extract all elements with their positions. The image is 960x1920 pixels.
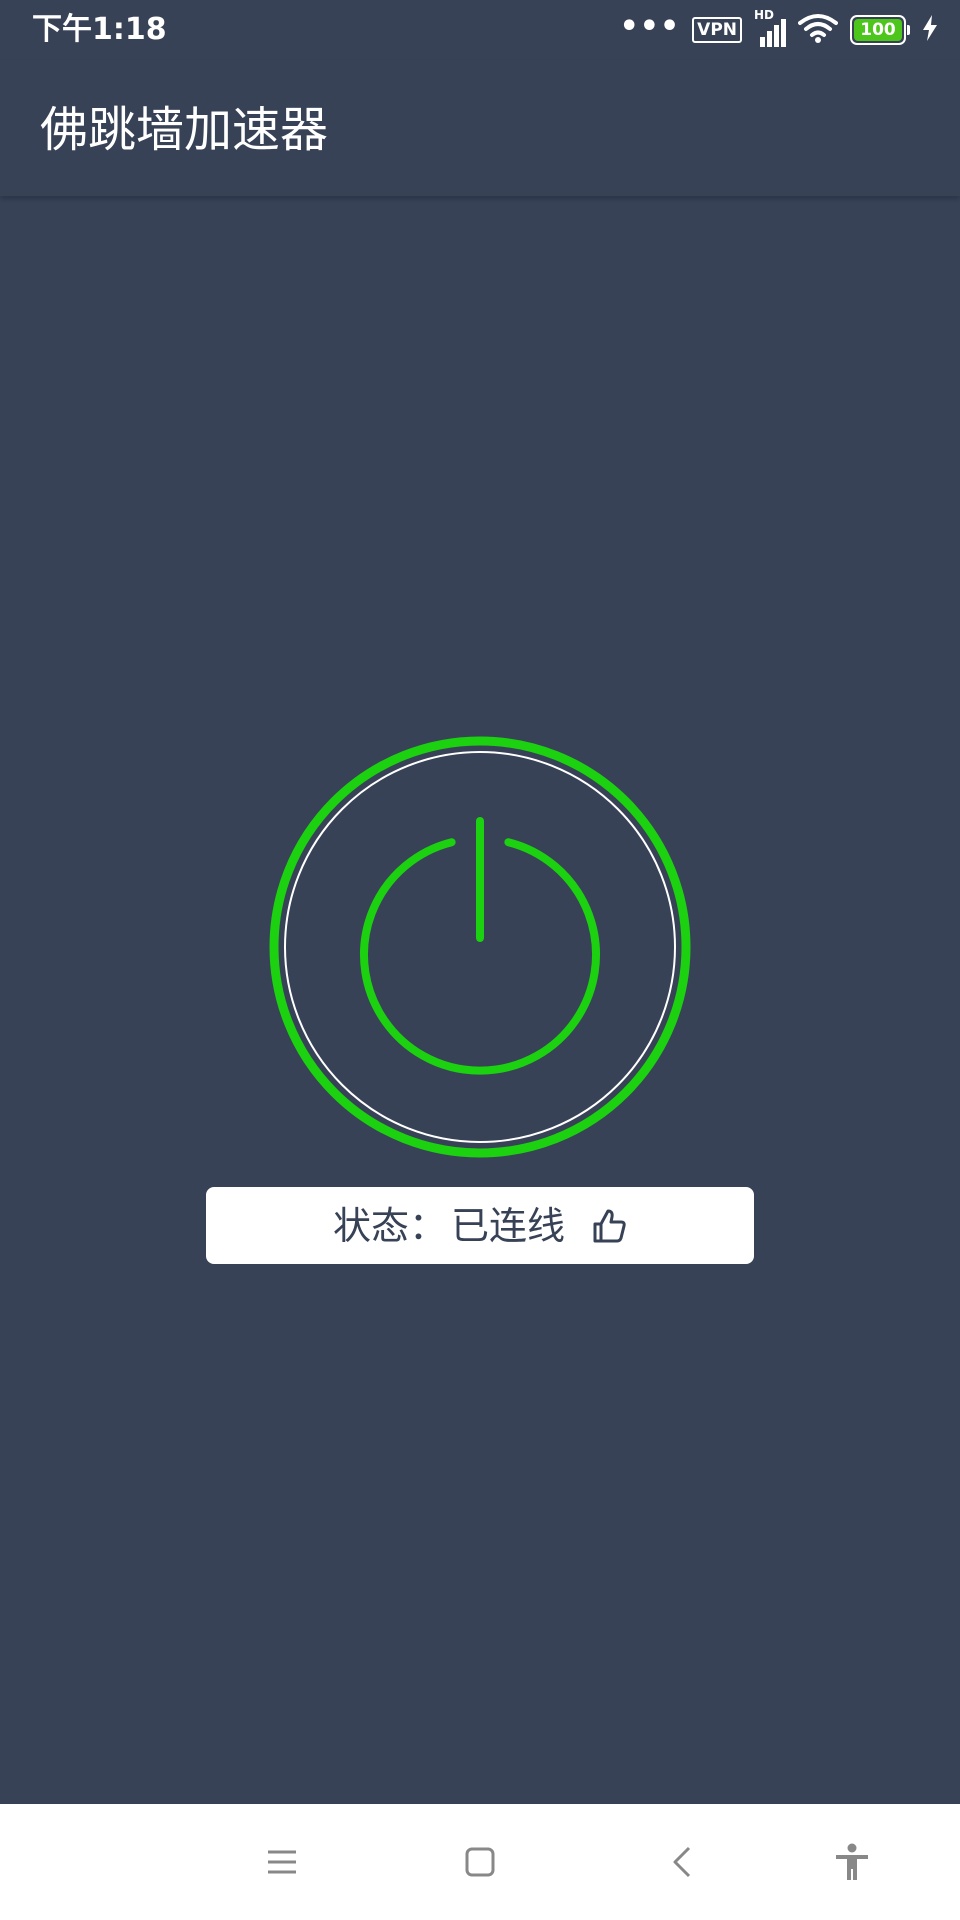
hd-label: HD (754, 8, 775, 22)
accessibility-icon (836, 1843, 868, 1880)
power-button[interactable] (266, 733, 694, 1161)
accessibility-button[interactable] (822, 1832, 882, 1892)
status-label: 状态： (332, 1203, 447, 1248)
home-icon (465, 1847, 495, 1877)
app-bar: 佛跳墙加速器 (0, 60, 960, 196)
back-icon (673, 1846, 691, 1878)
signal-icon: HD (754, 9, 786, 47)
battery-icon: 100 (850, 15, 910, 45)
back-button[interactable] (652, 1832, 712, 1892)
app-title: 佛跳墙加速器 (40, 102, 329, 158)
navigation-bar (0, 1804, 960, 1920)
vpn-icon: VPN (692, 17, 742, 43)
charging-icon (922, 15, 938, 45)
menu-icon (268, 1850, 296, 1874)
more-dots-icon: ••• (619, 9, 681, 44)
home-button[interactable] (450, 1832, 510, 1892)
status-icons: ••• VPN HD 100 (619, 9, 938, 50)
status-value: 已连线 (451, 1203, 566, 1248)
thumbs-up-icon (591, 1208, 627, 1244)
connection-status-box: 状态： 已连线 (206, 1187, 754, 1264)
wifi-icon (798, 12, 838, 48)
menu-button[interactable] (252, 1832, 312, 1892)
battery-level: 100 (854, 19, 902, 41)
status-bar: 下午1:18 ••• VPN HD 100 (0, 0, 960, 60)
status-time: 下午1:18 (32, 12, 167, 47)
power-icon (269, 736, 691, 1158)
